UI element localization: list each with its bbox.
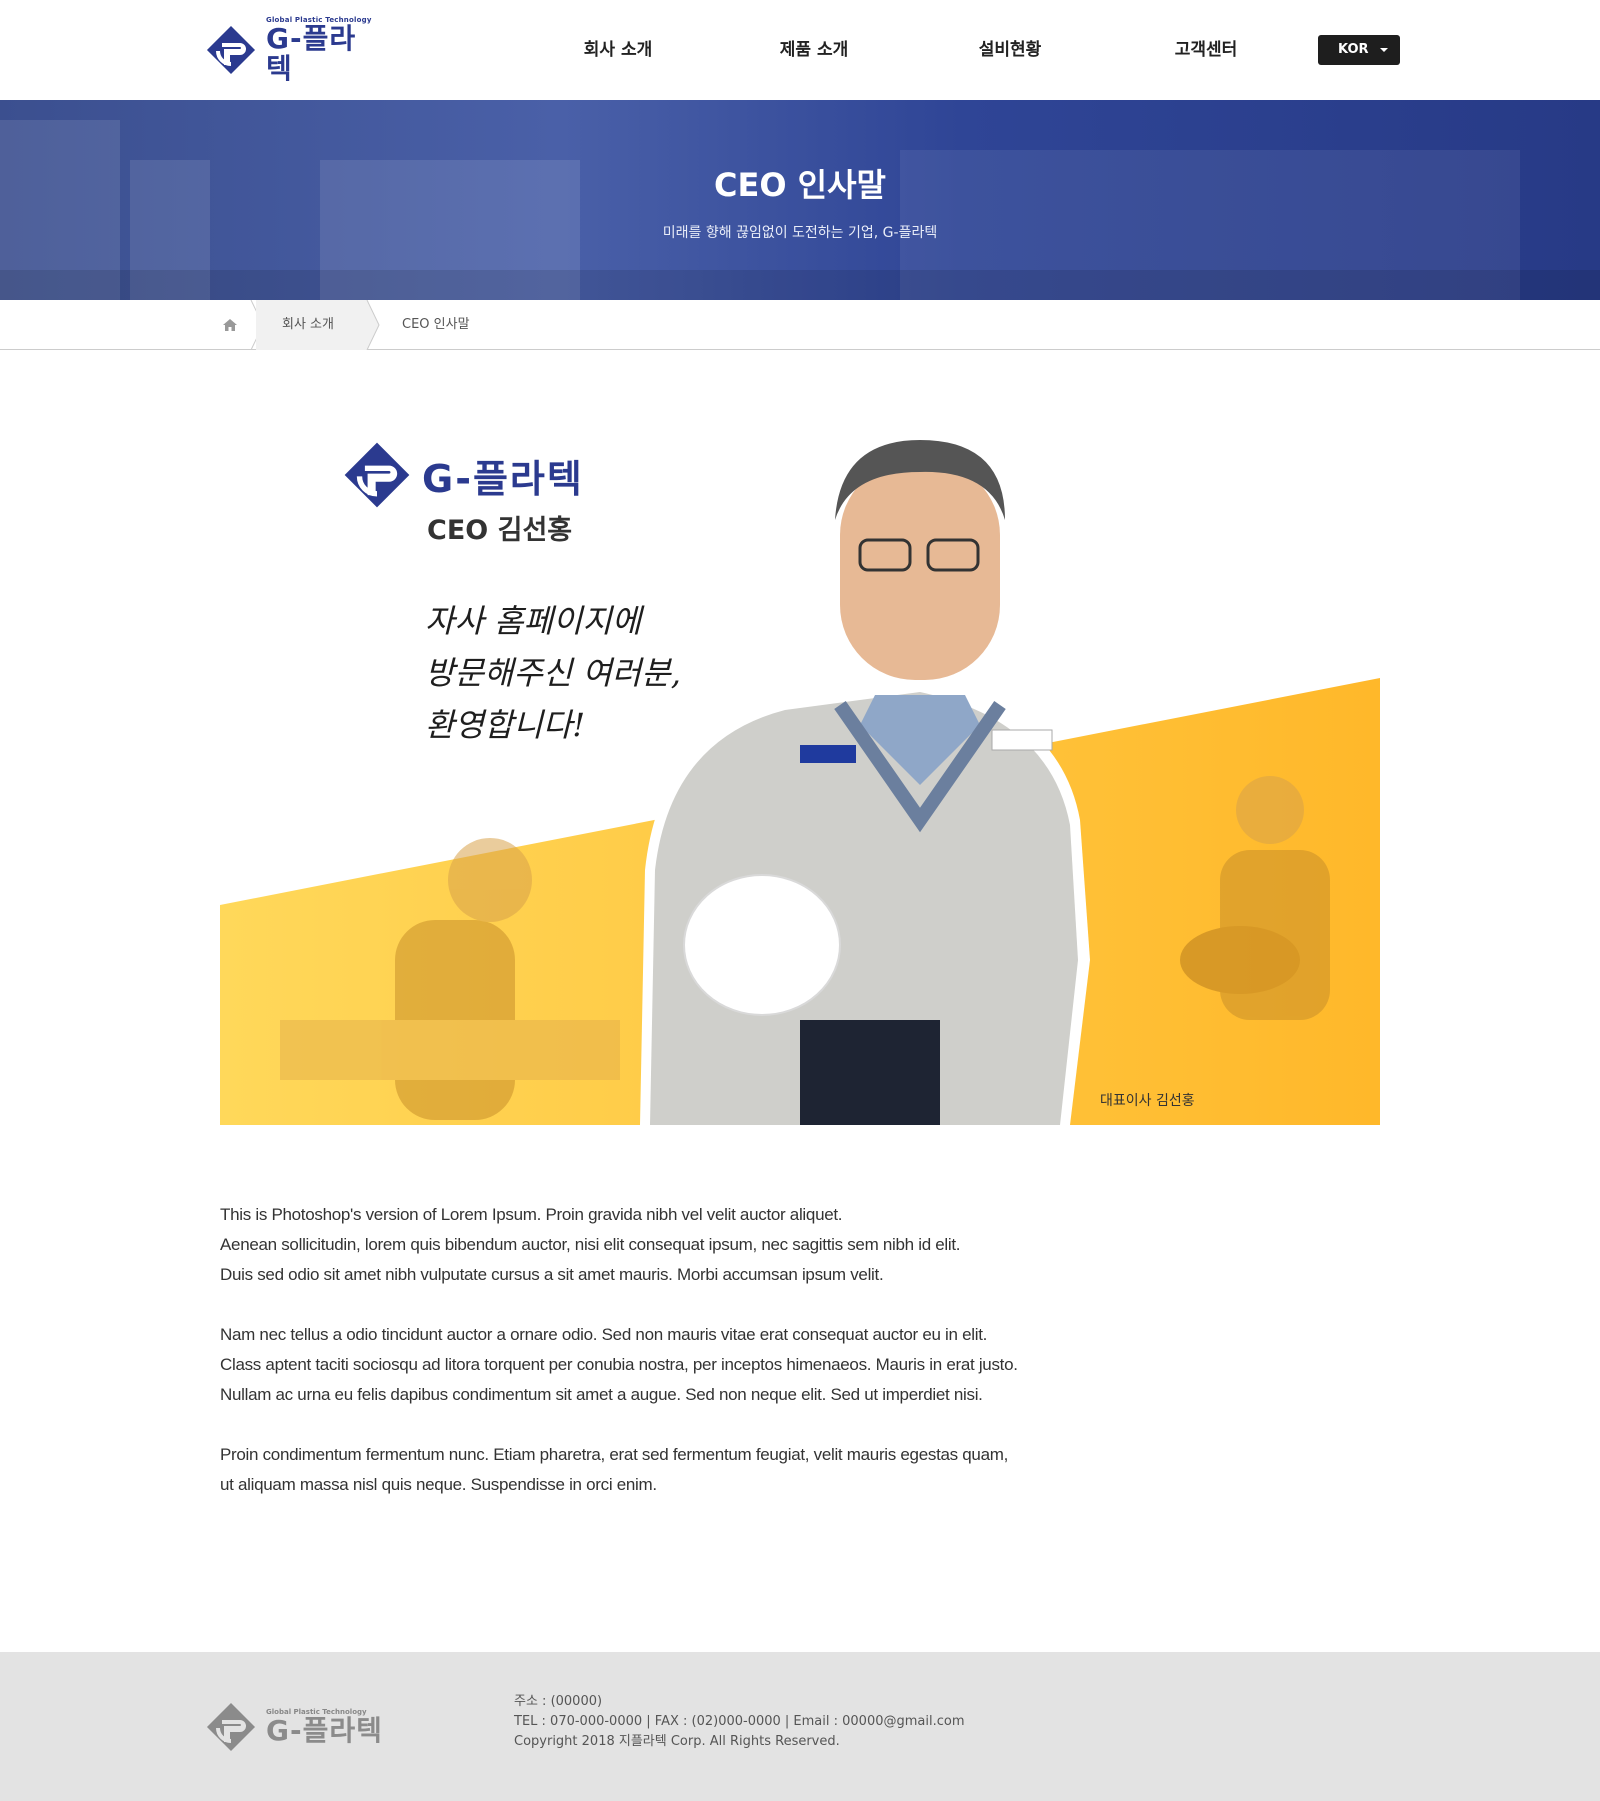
message-line: Nam nec tellus a odio tincidunt auctor a… — [220, 1325, 988, 1344]
gp-logo-icon — [344, 442, 410, 508]
home-icon[interactable] — [220, 315, 240, 335]
ceo-portrait — [640, 440, 1090, 1125]
greeting-line: 방문해주신 여러분, — [425, 654, 681, 692]
footer-contact: TEL : 070-000-0000 | FAX : (02)000-0000 … — [514, 1714, 965, 1729]
nav-facilities[interactable]: 설비현황 — [912, 30, 1108, 70]
logo-brand: G-플라텍 — [266, 22, 357, 85]
language-label: KOR — [1338, 42, 1369, 57]
site-logo[interactable]: Global Plastic Technology G-플라텍 — [202, 16, 382, 84]
greeting-line: 자사 홈페이지에 — [425, 602, 642, 640]
message-line: Proin condimentum fermentum nunc. Etiam … — [220, 1445, 1009, 1464]
nav-company[interactable]: 회사 소개 — [520, 30, 716, 70]
page-subtitle: 미래를 향해 끊임없이 도전하는 기업, G-플라텍 — [662, 225, 938, 241]
ceo-visual: G-플라텍 CEO 김선홍 자사 홈페이지에 방문해주신 여러분, 환영합니다!… — [220, 400, 1380, 1125]
breadcrumb-item-current: CEO 인사말 — [402, 317, 470, 332]
message-line: Class aptent taciti sociosqu ad litora t… — [220, 1355, 1018, 1374]
breadcrumb-separator-icon — [366, 300, 380, 350]
gp-logo-icon — [202, 21, 260, 79]
message-paragraph: Nam nec tellus a odio tincidunt auctor a… — [220, 1320, 1120, 1410]
footer-logo-brand: G-플라텍 — [266, 1714, 383, 1747]
message-line: Duis sed odio sit amet nibh vulputate cu… — [220, 1265, 884, 1284]
footer-logo[interactable]: Global Plastic Technology G-플라텍 — [202, 1698, 383, 1756]
nav-support[interactable]: 고객센터 — [1108, 30, 1304, 70]
footer-copyright: Copyright 2018 지플라텍 Corp. All Rights Res… — [514, 1734, 840, 1749]
caret-down-icon — [1380, 48, 1388, 52]
greeting-line: 환영합니다! — [425, 706, 586, 744]
message-paragraph: This is Photoshop's version of Lorem Ips… — [220, 1200, 1120, 1290]
message-line: Aenean sollicitudin, lorem quis bibendum… — [220, 1235, 961, 1254]
page-title: CEO 인사말 — [713, 166, 886, 204]
language-select[interactable]: KOR — [1318, 35, 1400, 65]
visual-brand: G-플라텍 — [422, 456, 584, 501]
message-paragraph: Proin condimentum fermentum nunc. Etiam … — [220, 1440, 1120, 1500]
site-header: Global Plastic Technology G-플라텍 회사 소개 제품… — [0, 0, 1600, 100]
footer-address: 주소 : (00000) — [514, 1694, 603, 1709]
main-nav: 회사 소개 제품 소개 설비현황 고객센터 — [520, 30, 1304, 70]
ceo-message: This is Photoshop's version of Lorem Ips… — [220, 1200, 1120, 1530]
message-line: ut aliquam massa nisl quis neque. Suspen… — [220, 1475, 657, 1494]
message-line: This is Photoshop's version of Lorem Ips… — [220, 1205, 843, 1224]
site-footer: Global Plastic Technology G-플라텍 주소 : (00… — [0, 1652, 1600, 1801]
banner-ground — [0, 270, 1600, 300]
breadcrumb-item-company[interactable]: 회사 소개 — [256, 300, 366, 350]
nav-products[interactable]: 제품 소개 — [716, 30, 912, 70]
message-line: Nullam ac urna eu felis dapibus condimen… — [220, 1385, 983, 1404]
greeting-handwriting: 자사 홈페이지에 방문해주신 여러분, 환영합니다! — [425, 595, 681, 751]
breadcrumb: 회사 소개 CEO 인사말 — [0, 300, 1600, 350]
visual-logo: G-플라텍 — [338, 436, 584, 514]
gp-logo-icon — [206, 1702, 256, 1752]
photo-caption: 대표이사 김선홍 — [1100, 1093, 1195, 1109]
footer-info: 주소 : (00000) TEL : 070-000-0000 | FAX : … — [514, 1692, 965, 1752]
ceo-name: CEO 김선홍 — [427, 515, 573, 546]
